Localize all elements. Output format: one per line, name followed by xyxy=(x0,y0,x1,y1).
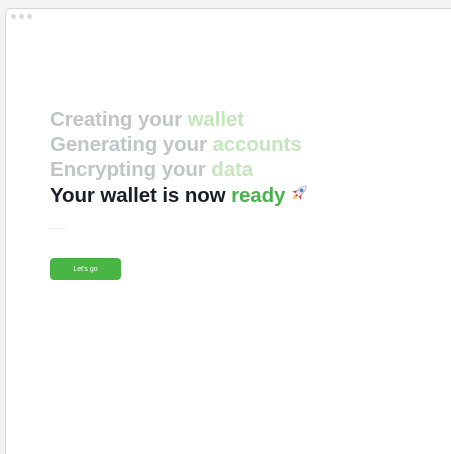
step-wallet-ready: Your wallet is now ready xyxy=(50,182,310,210)
step-prefix: Generating your xyxy=(50,133,213,156)
step-encrypting-data: Encrypting your data xyxy=(50,157,310,182)
close-window-control[interactable] xyxy=(11,13,16,19)
app-window xyxy=(5,8,451,454)
step-prefix: Encrypting your xyxy=(50,158,212,181)
maximize-window-control[interactable] xyxy=(27,13,32,19)
lets-go-button[interactable]: Let's go xyxy=(50,258,121,280)
step-prefix: Creating your xyxy=(50,108,188,131)
setup-progress-list: Creating your wallet Generating your acc… xyxy=(50,107,310,210)
rocket-icon xyxy=(288,182,310,210)
minimize-window-control[interactable] xyxy=(19,13,24,19)
step-accent: ready xyxy=(231,184,286,207)
step-accent: wallet xyxy=(187,108,244,131)
step-generating-accounts: Generating your accounts xyxy=(50,132,310,157)
step-accent: data xyxy=(211,158,254,181)
window-titlebar xyxy=(6,9,451,23)
divider xyxy=(50,228,66,229)
step-accent: accounts xyxy=(212,133,302,156)
step-creating-wallet: Creating your wallet xyxy=(50,107,310,132)
step-prefix: Your wallet is now xyxy=(50,184,232,207)
